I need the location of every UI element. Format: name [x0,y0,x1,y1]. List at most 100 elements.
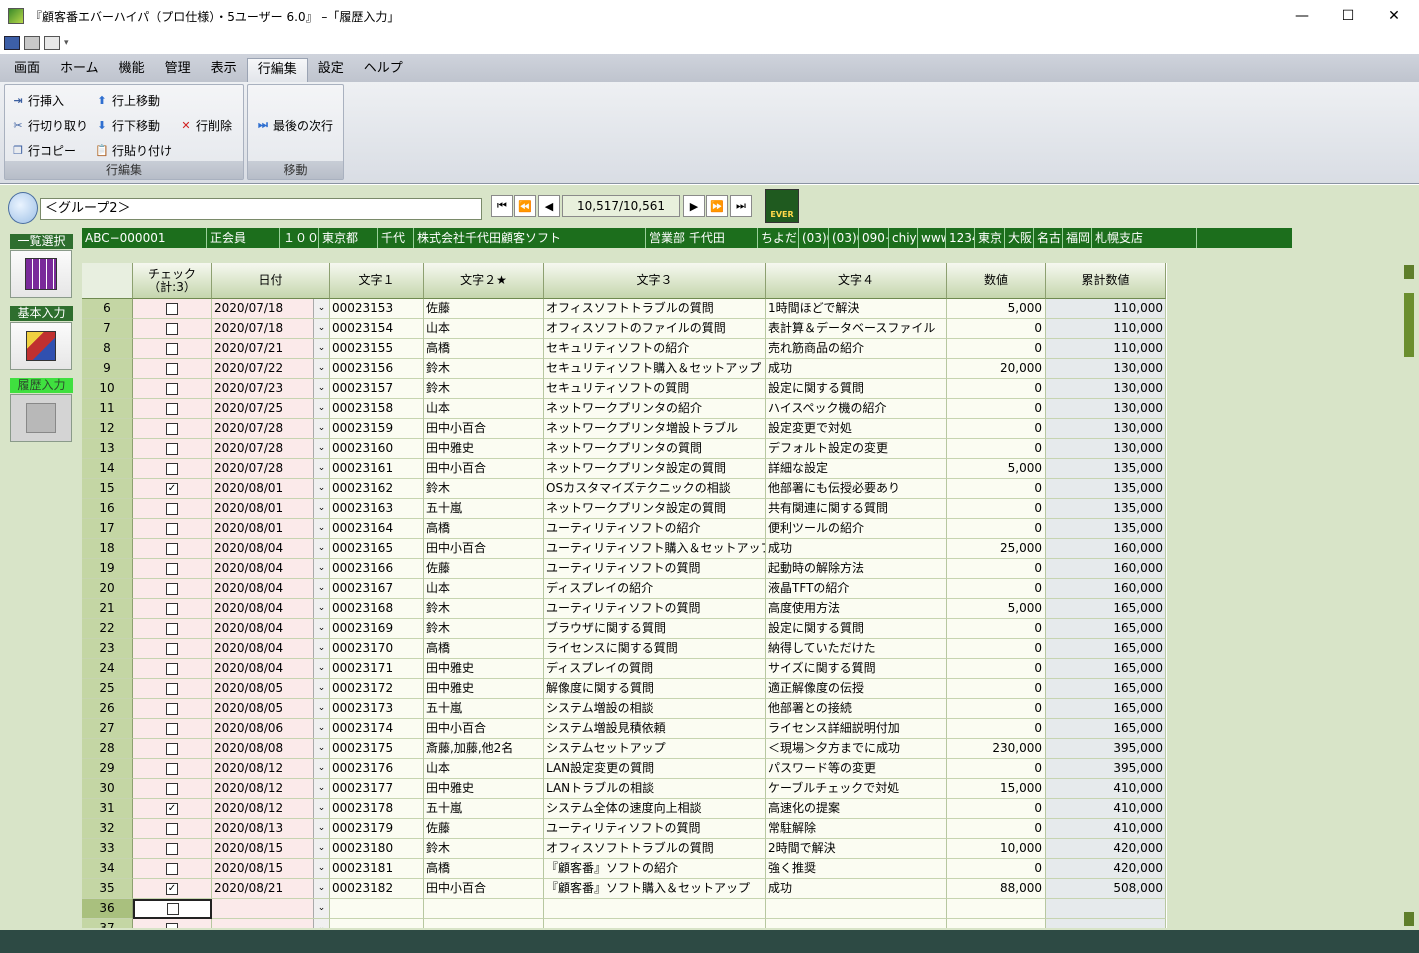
text3-cell[interactable]: ブラウザに関する質問 [544,619,766,639]
check-cell[interactable] [133,899,212,919]
menu-3[interactable]: 機能 [109,58,155,82]
check-cell[interactable]: ✓ [133,879,212,899]
text1-cell[interactable]: 00023171 [330,659,424,679]
check-cell[interactable] [133,659,212,679]
text3-cell[interactable]: ネットワークプリンタの紹介 [544,399,766,419]
scroll-thumb[interactable] [1404,293,1414,357]
date-cell[interactable]: 2020/08/04 ⌄ [212,559,330,579]
header-date[interactable]: 日付 [212,263,330,299]
text4-cell[interactable]: 納得していただけた [766,639,947,659]
date-dropdown-icon[interactable]: ⌄ [313,519,329,538]
value-cell[interactable]: 5,000 [947,299,1046,319]
text2-cell[interactable]: 山本 [424,759,544,779]
text2-cell[interactable]: 山本 [424,579,544,599]
table-row[interactable]: 9 2020/07/22 ⌄ 00023156 鈴木 セキュリティソフト購入＆セットアップ… [82,359,1167,379]
check-cell[interactable] [133,359,212,379]
value-cell[interactable]: 0 [947,659,1046,679]
date-dropdown-icon[interactable]: ⌄ [313,479,329,498]
check-cell[interactable] [133,599,212,619]
text3-cell[interactable]: システム全体の速度向上相談 [544,799,766,819]
text2-cell[interactable]: 田中雅史 [424,779,544,799]
row-checkbox[interactable] [166,442,178,455]
row-checkbox[interactable] [166,602,178,615]
row-checkbox[interactable] [166,922,178,928]
date-cell[interactable]: ⌄ [212,919,330,928]
check-cell[interactable] [133,839,212,859]
value-cell[interactable]: 0 [947,339,1046,359]
text4-cell[interactable]: 他部署にも伝授必要あり [766,479,947,499]
text4-cell[interactable]: 共有関連に関する質問 [766,499,947,519]
text2-cell[interactable]: 斎藤,加藤,他2名 [424,739,544,759]
text3-cell[interactable]: ディスプレイの紹介 [544,579,766,599]
date-cell[interactable]: 2020/07/18 ⌄ [212,319,330,339]
text4-cell[interactable]: 売れ筋商品の紹介 [766,339,947,359]
date-cell[interactable]: 2020/08/12 ⌄ [212,779,330,799]
date-cell[interactable]: 2020/07/28 ⌄ [212,439,330,459]
text1-cell[interactable]: 00023158 [330,399,424,419]
first-record-button[interactable]: ⏮ [491,195,513,217]
table-row[interactable]: 20 2020/08/04 ⌄ 00023167 山本 ディスプレイの紹介 液晶TFTの紹介… [82,579,1167,599]
date-cell[interactable]: 2020/07/22 ⌄ [212,359,330,379]
date-cell[interactable]: 2020/07/28 ⌄ [212,419,330,439]
text1-cell[interactable]: 00023182 [330,879,424,899]
row-checkbox[interactable] [166,862,178,875]
check-cell[interactable] [133,559,212,579]
check-cell[interactable] [133,619,212,639]
table-row[interactable]: 26 2020/08/05 ⌄ 00023173 五十嵐 システム増設の相談 他部署との接続… [82,699,1167,719]
date-dropdown-icon[interactable]: ⌄ [313,899,329,918]
text3-cell[interactable] [544,899,766,919]
table-row[interactable]: 15 ✓ 2020/08/01 ⌄ 00023162 鈴木 OSカスタマイズテクニックの相談… [82,479,1167,499]
text2-cell[interactable]: 田中雅史 [424,679,544,699]
check-cell[interactable]: ✓ [133,799,212,819]
text4-cell[interactable]: 他部署との接続 [766,699,947,719]
date-cell[interactable]: 2020/07/28 ⌄ [212,459,330,479]
text1-cell[interactable]: 00023163 [330,499,424,519]
text3-cell[interactable]: オフィスソフトトラブルの質問 [544,299,766,319]
row-checkbox[interactable] [166,302,178,315]
row-checkbox[interactable] [166,462,178,475]
next-page-button[interactable]: ⏩ [706,195,728,217]
text4-cell[interactable]: 設定に関する質問 [766,379,947,399]
date-dropdown-icon[interactable]: ⌄ [313,879,329,898]
date-cell[interactable]: 2020/08/15 ⌄ [212,839,330,859]
date-cell[interactable]: 2020/08/05 ⌄ [212,679,330,699]
row-checkbox[interactable]: ✓ [166,882,178,895]
text3-cell[interactable]: 『顧客番』ソフトの紹介 [544,859,766,879]
last-next-row-button[interactable]: ⏭ 最後の次行 [256,115,333,135]
text4-cell[interactable]: 設定変更で対処 [766,419,947,439]
text4-cell[interactable]: 便利ツールの紹介 [766,519,947,539]
text4-cell[interactable]: 成功 [766,879,947,899]
row-checkbox[interactable] [166,722,178,735]
text2-cell[interactable]: 田中小百合 [424,459,544,479]
date-cell[interactable]: 2020/08/13 ⌄ [212,819,330,839]
table-row[interactable]: 16 2020/08/01 ⌄ 00023163 五十嵐 ネットワークプリンタ設定の質問共… [82,499,1167,519]
text2-cell[interactable]: 鈴木 [424,379,544,399]
table-row[interactable]: 21 2020/08/04 ⌄ 00023168 鈴木 ユーティリティソフトの質問 高度使用… [82,599,1167,619]
maximize-button[interactable]: ☐ [1325,0,1371,32]
date-dropdown-icon[interactable]: ⌄ [313,439,329,458]
text2-cell[interactable]: 五十嵐 [424,799,544,819]
last-record-button[interactable]: ⏭ [730,195,752,217]
text1-cell[interactable]: 00023180 [330,839,424,859]
text4-cell[interactable]: 常駐解除 [766,819,947,839]
check-cell[interactable] [133,339,212,359]
text2-cell[interactable]: 高橋 [424,859,544,879]
row-checkbox[interactable] [166,682,178,695]
text2-cell[interactable]: 高橋 [424,519,544,539]
date-dropdown-icon[interactable]: ⌄ [313,739,329,758]
row-checkbox[interactable] [166,842,178,855]
text2-cell[interactable]: 佐藤 [424,299,544,319]
date-dropdown-icon[interactable]: ⌄ [313,699,329,718]
text4-cell[interactable]: サイズに関する質問 [766,659,947,679]
date-cell[interactable]: 2020/07/21 ⌄ [212,339,330,359]
date-dropdown-icon[interactable]: ⌄ [313,499,329,518]
value-cell[interactable]: 0 [947,619,1046,639]
date-cell[interactable]: 2020/08/04 ⌄ [212,539,330,559]
table-row[interactable]: 14 2020/07/28 ⌄ 00023161 田中小百合 ネットワークプリンタ設定の質… [82,459,1167,479]
date-cell[interactable]: 2020/08/01 ⌄ [212,519,330,539]
value-cell[interactable]: 0 [947,379,1046,399]
check-cell[interactable] [133,459,212,479]
table-row[interactable]: 11 2020/07/25 ⌄ 00023158 山本 ネットワークプリンタの紹介 ハイスペ… [82,399,1167,419]
text2-cell[interactable]: 五十嵐 [424,699,544,719]
header-cumulative[interactable]: 累計数値 [1046,263,1166,299]
